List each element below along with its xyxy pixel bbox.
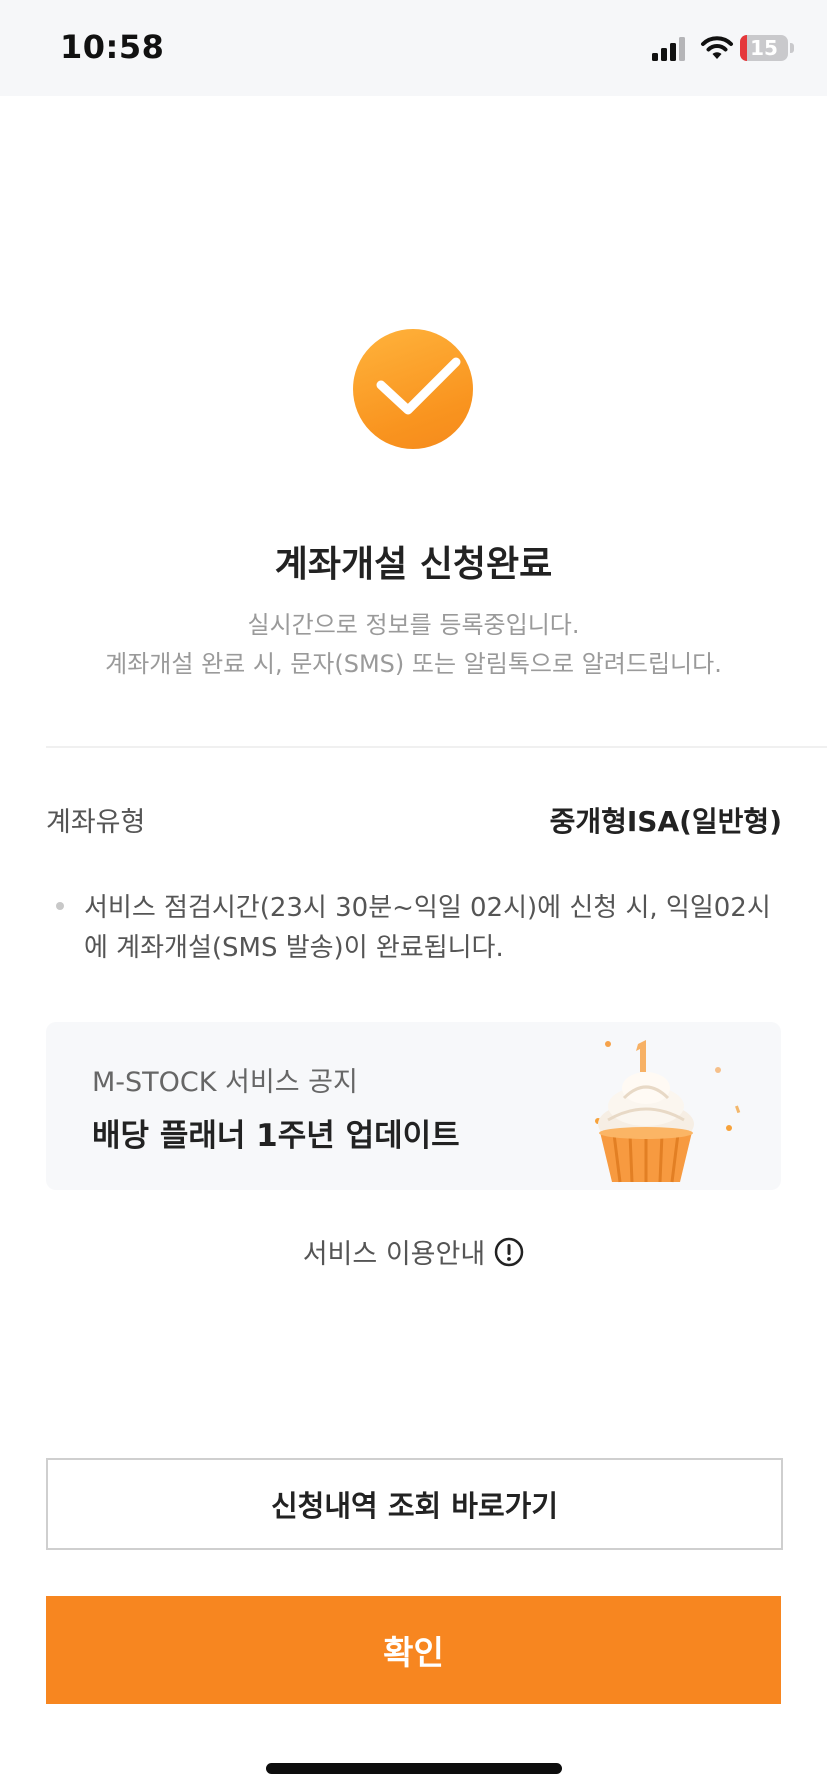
- account-type-label: 계좌유형: [46, 807, 146, 838]
- subtitle-line: 계좌개설 완료 시, 문자(SMS) 또는 알림톡으로 알려드립니다.: [105, 650, 722, 678]
- account-type-row: 계좌유형 중개형ISA(일반형): [46, 800, 782, 840]
- account-type-value: 중개형ISA(일반형): [549, 805, 782, 838]
- confirm-button[interactable]: 확인: [46, 1596, 781, 1704]
- divider: [46, 746, 827, 748]
- signal-icon: [652, 37, 685, 61]
- banner-subtitle: M-STOCK 서비스 공지: [92, 1067, 358, 1098]
- banner-title: 배당 플래너 1주년 업데이트: [92, 1118, 460, 1154]
- wifi-icon: [701, 36, 733, 59]
- subtitle-line: 실시간으로 정보를 등록중입니다.: [247, 611, 580, 639]
- home-indicator: [266, 1763, 562, 1774]
- check-icon: [376, 357, 461, 415]
- notice-text: 서비스 점검시간(23시 30분~익일 02시)에 신청 시, 익일02시에 계…: [84, 893, 771, 963]
- page-title: 계좌개설 신청완료: [274, 544, 553, 585]
- cupcake-icon: [595, 1040, 741, 1183]
- view-application-history-button[interactable]: 신청내역 조회 바로가기: [46, 1458, 783, 1550]
- battery-level-text: 15: [750, 36, 778, 60]
- service-guide-label: 서비스 이용안내: [302, 1239, 486, 1270]
- notice-banner[interactable]: M-STOCK 서비스 공지 배당 플래너 1주년 업데이트: [46, 1022, 781, 1190]
- status-bar: 10:58 15: [0, 0, 827, 96]
- bullet-icon: [56, 902, 64, 910]
- service-guide[interactable]: 서비스 이용안내: [0, 1232, 827, 1272]
- status-time: 10:58: [60, 28, 165, 66]
- info-icon: [495, 1237, 524, 1266]
- page-subtitle: 실시간으로 정보를 등록중입니다. 계좌개설 완료 시, 문자(SMS) 또는 …: [0, 606, 827, 684]
- battery-icon: 15: [740, 35, 788, 61]
- battery-cap: [790, 43, 794, 53]
